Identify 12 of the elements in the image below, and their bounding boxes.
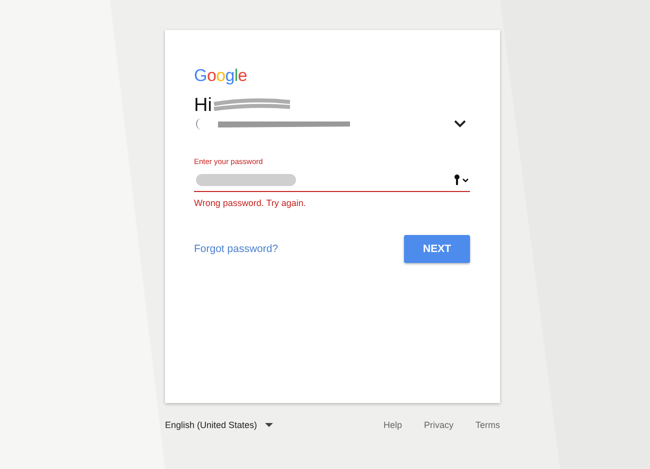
logo: Google: [194, 66, 248, 86]
chevron-down-icon[interactable]: [454, 120, 466, 128]
forgot-password-link[interactable]: Forgot password?: [194, 243, 278, 255]
footer-link[interactable]: Privacy: [424, 420, 454, 430]
language-selector[interactable]: English (United States): [165, 420, 274, 430]
error-message: Wrong password. Try again.: [194, 198, 307, 208]
next-button[interactable]: NEXT: [404, 235, 470, 263]
greeting: Hi: [194, 95, 212, 117]
key-icon[interactable]: [454, 174, 470, 186]
dropdown-caret-icon: [265, 422, 274, 428]
footer-link[interactable]: Terms: [476, 420, 500, 430]
footer-link[interactable]: Help: [383, 420, 402, 430]
